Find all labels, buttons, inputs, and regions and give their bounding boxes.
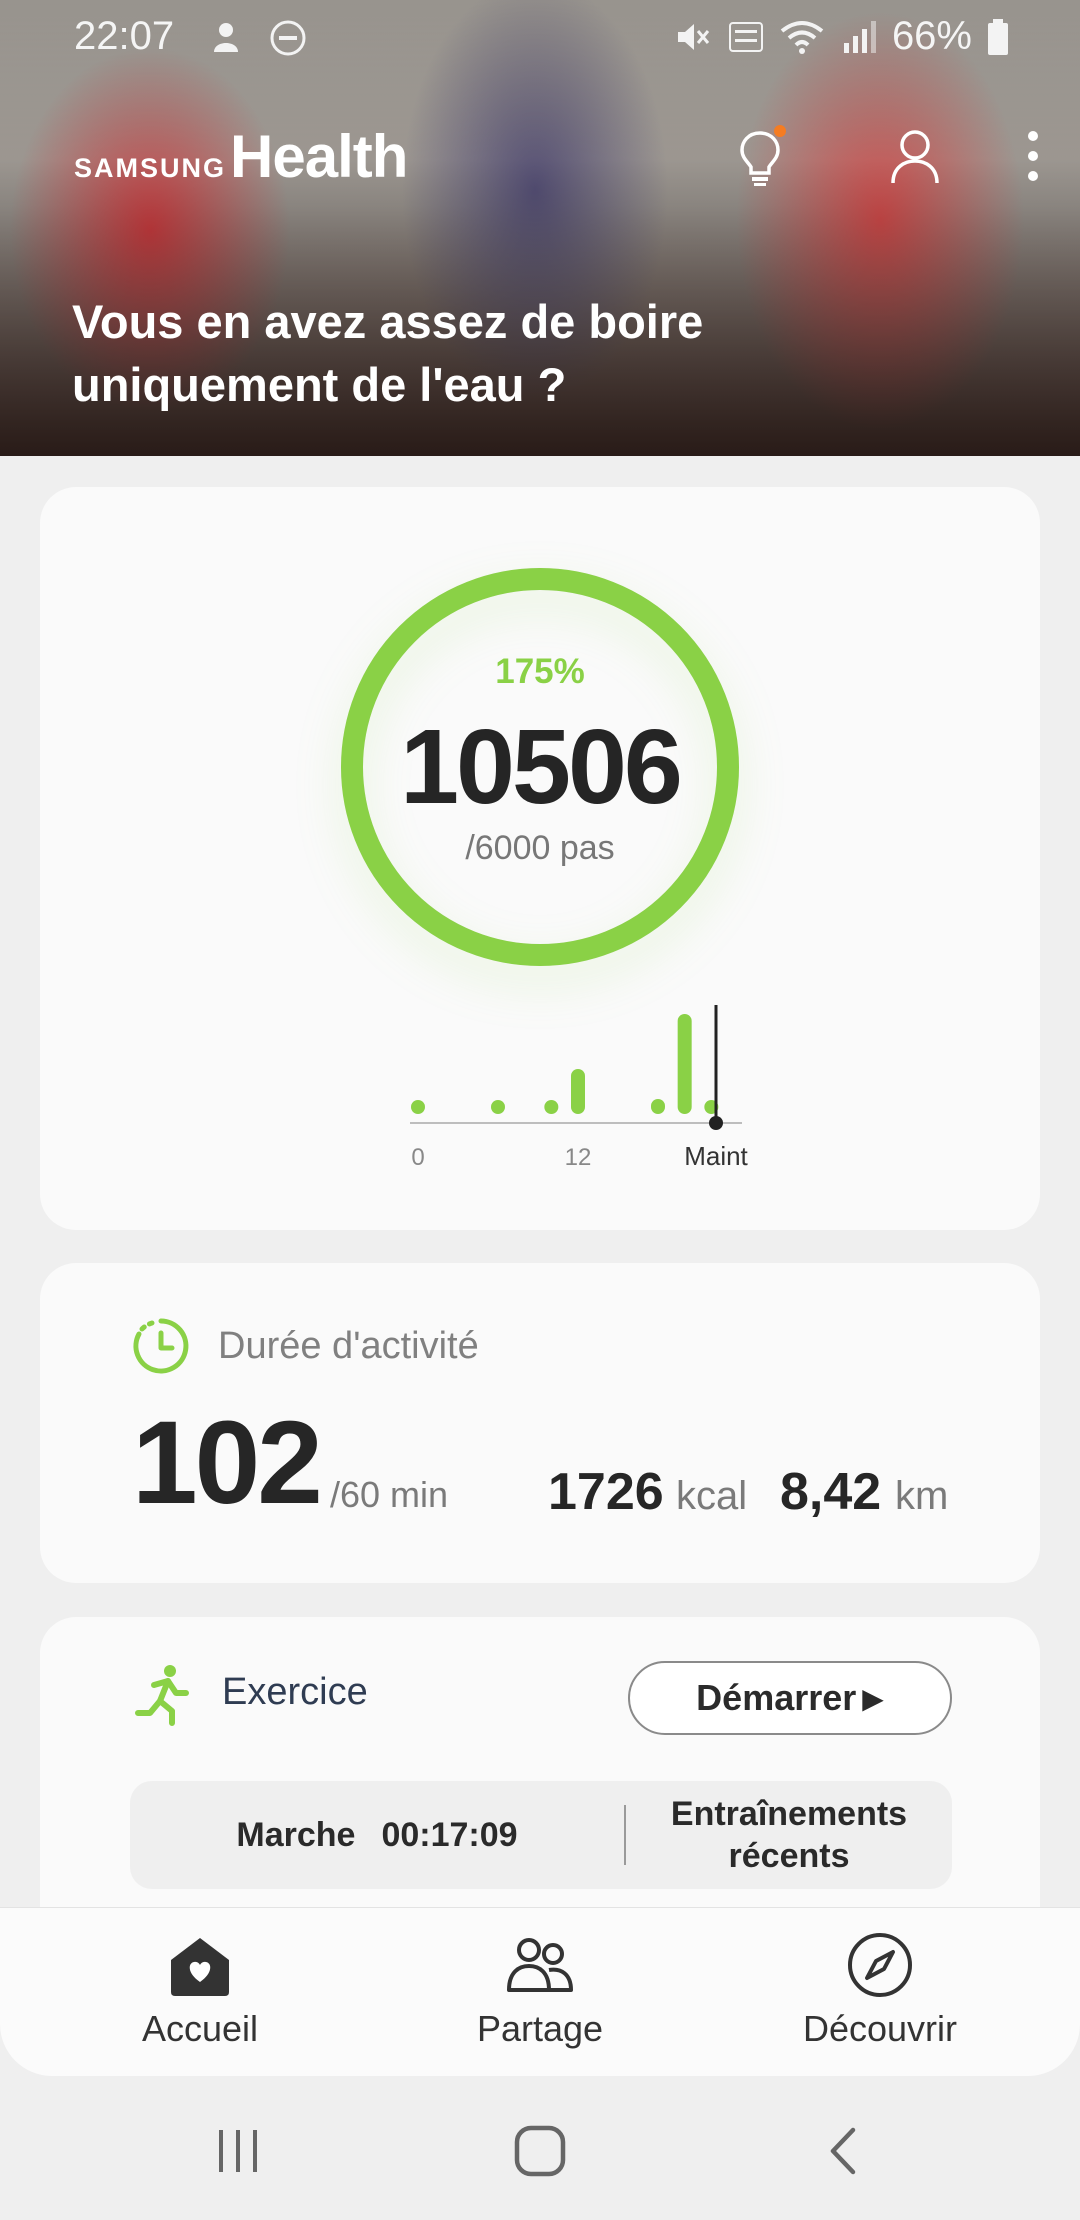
home-circle-icon bbox=[514, 2125, 566, 2177]
people-icon bbox=[507, 1938, 573, 1992]
more-vert-icon[interactable] bbox=[998, 118, 1068, 194]
nav-home[interactable]: Accueil bbox=[50, 1908, 350, 2076]
nav-share-label: Partage bbox=[476, 2008, 604, 2049]
steps-count: 10506 bbox=[400, 708, 683, 826]
nav-share[interactable]: Partage bbox=[390, 1908, 690, 2076]
start-button-label: Démarrer bbox=[696, 1677, 857, 1718]
notification-icon bbox=[214, 23, 238, 52]
start-exercise-button[interactable]: Démarrer ▶ bbox=[628, 1661, 952, 1735]
recents-icon bbox=[219, 2130, 257, 2172]
header-actions bbox=[680, 118, 1080, 198]
chart-bar bbox=[491, 1100, 505, 1114]
chart-label-start: 0 bbox=[411, 1144, 424, 1171]
chart-bar bbox=[677, 1014, 692, 1114]
last-exercise[interactable]: Marche 00:17:09 bbox=[130, 1781, 624, 1889]
chart-label-mid: 12 bbox=[565, 1144, 592, 1171]
last-exercise-duration: 00:17:09 bbox=[381, 1815, 518, 1854]
steps-percent: 175% bbox=[495, 652, 585, 691]
compass-icon bbox=[848, 1933, 912, 1997]
steps-card[interactable]: 175% 10506 /6000 pas 0 12 Maint bbox=[40, 487, 1040, 1230]
back-button[interactable] bbox=[803, 2116, 883, 2186]
exercise-title: Exercice bbox=[222, 1671, 368, 1713]
banner-title[interactable]: Vous en avez assez de boire uniquement d… bbox=[72, 290, 972, 416]
steps-ring: 175% 10506 /6000 pas bbox=[340, 567, 740, 967]
recent-workouts-link[interactable]: Entraînements récents bbox=[626, 1793, 952, 1877]
running-icon bbox=[135, 1665, 189, 1726]
calories-unit: kcal bbox=[676, 1474, 748, 1518]
activity-title: Durée d'activité bbox=[218, 1324, 479, 1367]
distance-unit: km bbox=[895, 1474, 949, 1518]
chart-bars bbox=[411, 1014, 719, 1114]
lightbulb-icon[interactable] bbox=[725, 118, 795, 194]
calories-value: 1726 bbox=[548, 1463, 664, 1521]
chart-bar bbox=[571, 1069, 585, 1114]
profile-icon[interactable] bbox=[880, 118, 950, 194]
nav-home-label: Accueil bbox=[141, 2008, 259, 2049]
activity-card[interactable]: Durée d'activité 102 /60 min 1726 kcal 8… bbox=[40, 1263, 1040, 1583]
chart-now-marker bbox=[709, 1116, 723, 1130]
nav-discover-label: Découvrir bbox=[802, 2008, 958, 2049]
home-button[interactable] bbox=[500, 2116, 580, 2186]
volte-icon bbox=[728, 21, 763, 52]
home-icon bbox=[171, 1938, 229, 1996]
system-navigation bbox=[0, 2076, 1080, 2220]
status-left-icons bbox=[206, 18, 308, 58]
chart-bar bbox=[411, 1100, 425, 1114]
brand-samsung: SAMSUNG bbox=[74, 153, 227, 183]
activity-goal: /60 min bbox=[330, 1474, 449, 1515]
chart-bar bbox=[544, 1100, 559, 1114]
signal-icon bbox=[843, 20, 876, 53]
brand-health: Health bbox=[230, 123, 408, 190]
exercise-summary: Marche 00:17:09 Entraînements récents bbox=[130, 1781, 952, 1889]
dnd-icon bbox=[270, 20, 306, 56]
bottom-navigation: Accueil Partage Découvrir bbox=[0, 1908, 1080, 2076]
distance-value: 8,42 bbox=[780, 1463, 882, 1521]
hourly-steps-chart: 0 12 Maint bbox=[410, 1005, 749, 1171]
chart-bar bbox=[651, 1099, 665, 1114]
battery-percent: 66% bbox=[891, 14, 972, 58]
status-right: 66% bbox=[672, 14, 1010, 59]
recents-button[interactable] bbox=[198, 2116, 278, 2186]
status-time: 22:07 bbox=[74, 14, 175, 58]
app-logo: SAMSUNG Health bbox=[74, 122, 408, 191]
steps-goal: /6000 pas bbox=[465, 829, 615, 867]
activity-header: Durée d'activité bbox=[130, 1315, 479, 1377]
hero-banner[interactable]: 22:07 66% SAMSUNG Health Vous en avez as… bbox=[0, 0, 1080, 456]
status-bar: 22:07 66% bbox=[0, 0, 1080, 72]
activity-minutes: 102 bbox=[132, 1397, 323, 1529]
nav-discover[interactable]: Découvrir bbox=[730, 1908, 1030, 2076]
mute-icon bbox=[677, 23, 710, 50]
play-icon: ▶ bbox=[862, 1682, 884, 1714]
battery-icon bbox=[988, 18, 1008, 55]
chart-label-now: Maint bbox=[684, 1141, 748, 1171]
timer-icon bbox=[133, 1318, 189, 1374]
last-exercise-type: Marche bbox=[236, 1815, 356, 1854]
wifi-icon bbox=[780, 20, 824, 54]
back-icon bbox=[830, 2127, 856, 2175]
